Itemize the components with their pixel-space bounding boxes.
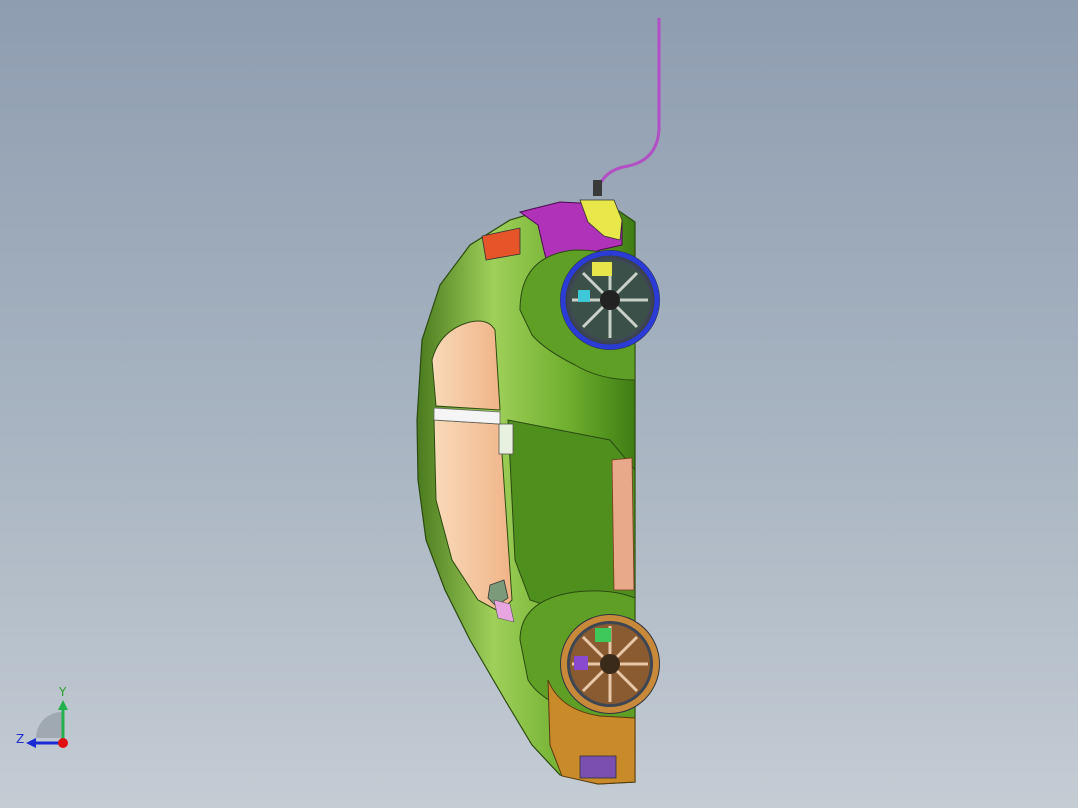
x-axis-dot [58, 738, 68, 748]
antenna-connector [593, 180, 602, 196]
coordinate-triad: Y Z [12, 686, 76, 752]
front-wheel[interactable] [560, 250, 660, 350]
car-model[interactable] [0, 0, 1078, 808]
z-axis-arrow [26, 738, 36, 748]
y-axis-label: Y [59, 685, 67, 699]
rear-wheel[interactable] [560, 614, 660, 714]
door-handle [498, 423, 514, 455]
y-axis-arrow [58, 700, 68, 710]
rear-lamp [579, 755, 617, 779]
antenna-cable [596, 18, 661, 191]
triad-plane-arc [36, 712, 62, 738]
tail-light [481, 227, 521, 261]
graphics-viewport[interactable]: Y Z [0, 0, 1078, 808]
windshield-edge [611, 457, 635, 591]
z-axis-label: Z [16, 732, 25, 746]
